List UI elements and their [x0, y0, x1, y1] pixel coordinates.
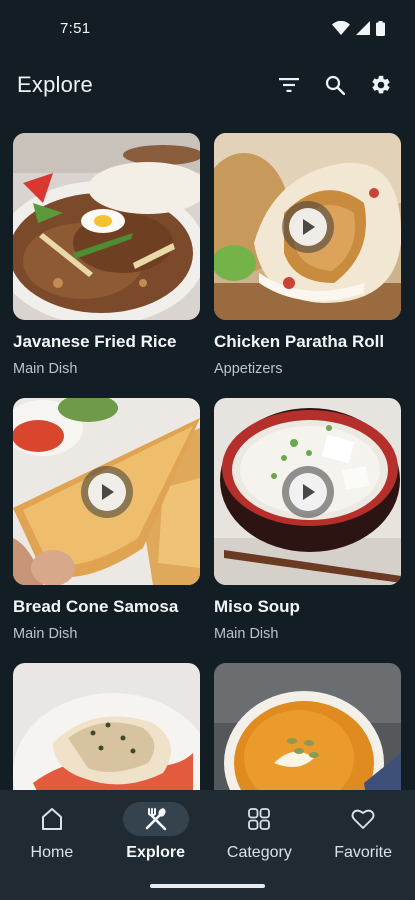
play-video-button[interactable]: [281, 465, 334, 518]
search-icon: [325, 75, 345, 95]
nav-label: Category: [226, 844, 292, 861]
nav-item-favorite[interactable]: Favorite: [311, 802, 415, 876]
recipe-card[interactable]: Chicken Paratha Roll Appetizers: [214, 133, 401, 398]
nav-label: Explore: [126, 844, 185, 861]
battery-icon: [376, 20, 385, 36]
recipe-title: Bread Cone Samosa: [13, 597, 179, 616]
recipe-thumbnail: [13, 398, 200, 585]
search-button[interactable]: [323, 73, 347, 97]
play-icon: [101, 483, 114, 500]
recipe-card[interactable]: Bread Cone Samosa Main Dish: [13, 398, 200, 663]
recipe-title: Chicken Paratha Roll: [214, 332, 385, 351]
recipe-thumbnail: [214, 398, 401, 585]
page-title: Explore: [17, 72, 93, 97]
recipe-category: Main Dish: [13, 361, 78, 377]
status-icons: [332, 20, 385, 36]
recipe-grid: Javanese Fried Rice Main Dish Chicken Pa…: [13, 133, 402, 900]
cell-signal-icon: [356, 21, 370, 35]
status-time: 7:51: [60, 19, 91, 37]
play-video-button[interactable]: [281, 200, 334, 253]
filter-icon: [279, 78, 299, 92]
recipe-card[interactable]: Miso Soup Main Dish: [214, 398, 401, 663]
play-icon: [302, 483, 315, 500]
app-bar-actions: [277, 73, 393, 97]
play-video-button[interactable]: [80, 465, 133, 518]
recipe-title: Javanese Fried Rice: [13, 332, 177, 351]
wifi-icon: [332, 21, 350, 35]
recipe-thumbnail: [214, 133, 401, 320]
filter-button[interactable]: [277, 73, 301, 97]
recipe-thumbnail: [13, 133, 200, 320]
recipe-category: Main Dish: [13, 626, 78, 642]
app-bar: Explore: [0, 62, 415, 108]
heart-icon: [351, 809, 375, 829]
nav-item-category[interactable]: Category: [208, 802, 312, 876]
nav-label: Home: [30, 844, 74, 861]
status-bar: 7:51: [0, 0, 415, 56]
nav-item-explore[interactable]: Explore: [104, 802, 208, 876]
settings-button[interactable]: [369, 73, 393, 97]
settings-icon: [372, 75, 390, 94]
fried-rice-image: [13, 133, 200, 320]
recipe-title: Miso Soup: [214, 597, 300, 616]
recipe-card[interactable]: Javanese Fried Rice Main Dish: [13, 133, 200, 398]
play-icon: [302, 218, 315, 235]
recipe-category: Main Dish: [214, 626, 279, 642]
nav-label: Favorite: [334, 844, 393, 861]
grid-icon: [248, 808, 271, 830]
recipe-category: Appetizers: [214, 361, 283, 377]
home-icon: [41, 808, 62, 830]
home-indicator[interactable]: [150, 884, 265, 888]
nav-item-home[interactable]: Home: [0, 802, 104, 876]
fork-knife-icon: [145, 808, 166, 831]
